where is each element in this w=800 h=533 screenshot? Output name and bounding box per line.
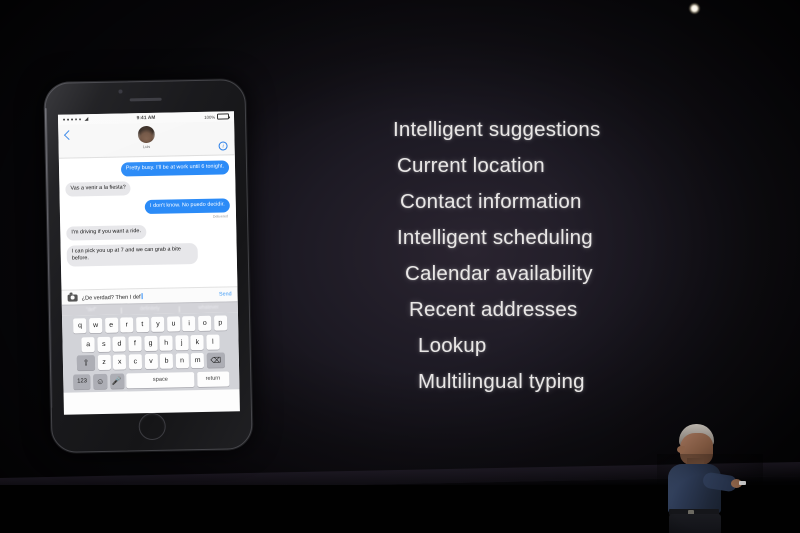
message-input[interactable]: ¿De verdad? Then I def: [82, 291, 216, 301]
key-k[interactable]: k: [190, 334, 204, 350]
keyboard-row-4: 123 ☺ 🎤 space return: [65, 370, 237, 390]
key-y[interactable]: y: [151, 317, 165, 333]
feature-item: Current location: [397, 154, 545, 177]
key-m[interactable]: m: [191, 353, 205, 369]
feature-list: Intelligent suggestions Current location…: [340, 118, 670, 408]
delivered-status: Delivered: [212, 214, 229, 219]
conversation-thread: Pretty busy. I'll be at work until 6 ton…: [58, 155, 238, 290]
contact-name: Luis: [142, 143, 151, 150]
key-e[interactable]: e: [104, 318, 118, 334]
message-row: Vas a venir a la fiesta?: [65, 179, 229, 197]
prediction-option[interactable]: definitely: [120, 304, 179, 315]
presenter-legs: [669, 514, 721, 533]
prediction-option[interactable]: whatever: [179, 303, 238, 314]
message-bubble: Vas a venir a la fiesta?: [65, 181, 131, 197]
camera-icon[interactable]: [67, 293, 78, 302]
avatar: [137, 125, 156, 144]
key-p[interactable]: p: [213, 315, 227, 332]
presenter-remote: [739, 481, 746, 485]
key-f[interactable]: f: [128, 335, 142, 352]
phone-screen: ◢ 9:41 AM 100% Luis i Pretty busy. I'll …: [57, 111, 240, 415]
presentation-stage: Intelligent suggestions Current location…: [0, 0, 800, 533]
key-j[interactable]: j: [175, 335, 189, 351]
key-t[interactable]: t: [135, 317, 150, 333]
presenter-profile: [677, 446, 685, 453]
info-icon[interactable]: i: [218, 141, 228, 151]
key-u[interactable]: u: [166, 316, 181, 333]
stage-light-icon: [689, 3, 700, 14]
battery-icon: [216, 113, 230, 120]
feature-item: Contact information: [400, 190, 582, 213]
message-row: I'm driving if you want a ride.: [66, 223, 230, 241]
send-button[interactable]: Send: [219, 292, 232, 298]
feature-item: Lookup: [418, 334, 487, 357]
feature-item: Intelligent suggestions: [393, 118, 601, 141]
earpiece-speaker: [129, 97, 162, 102]
battery-percent: 100%: [204, 114, 216, 120]
keyboard-row-2: a s d f g h j k l: [64, 334, 236, 353]
key-s[interactable]: s: [97, 336, 111, 352]
key-r[interactable]: r: [120, 317, 134, 333]
numbers-key[interactable]: 123: [73, 373, 91, 390]
message-input-value: ¿De verdad? Then I def: [81, 294, 141, 302]
space-key[interactable]: space: [126, 371, 195, 389]
message-row: Pretty busy. I'll be at work until 6 ton…: [65, 160, 230, 177]
key-a[interactable]: a: [81, 336, 95, 353]
message-bubble: I don't know. No puedo decidir.: [144, 198, 230, 214]
feature-item: Calendar availability: [405, 262, 593, 285]
key-b[interactable]: b: [159, 353, 174, 369]
key-n[interactable]: n: [175, 353, 189, 369]
message-bubble: I can pick you up at 7 and we can grab a…: [66, 242, 199, 267]
back-chevron-icon[interactable]: [63, 130, 74, 141]
iphone-device: ◢ 9:41 AM 100% Luis i Pretty busy. I'll …: [43, 78, 254, 454]
key-q[interactable]: q: [73, 318, 87, 334]
feature-item: Intelligent scheduling: [397, 226, 593, 249]
message-bubble: I'm driving if you want a ride.: [66, 224, 147, 241]
key-z[interactable]: z: [97, 354, 111, 371]
messages-header: Luis i: [58, 121, 235, 159]
key-c[interactable]: c: [128, 354, 142, 370]
feature-item: Recent addresses: [409, 298, 578, 321]
onscreen-keyboard: q w e r t y u i o p a s d f g h j k l ⇧ …: [61, 312, 240, 393]
key-i[interactable]: i: [182, 316, 196, 332]
keyboard-row-1: q w e r t y u i o p: [64, 315, 236, 334]
feature-item: Multilingual typing: [418, 370, 585, 393]
key-l[interactable]: l: [206, 334, 220, 350]
key-x[interactable]: x: [113, 354, 127, 370]
text-caret: [141, 292, 142, 300]
key-g[interactable]: g: [143, 335, 158, 351]
front-camera-icon: [117, 89, 123, 94]
key-w[interactable]: w: [88, 318, 103, 334]
presenter: [655, 424, 765, 533]
wifi-icon: ◢: [84, 115, 89, 122]
contact-block[interactable]: Luis: [137, 125, 156, 150]
key-o[interactable]: o: [198, 316, 212, 332]
message-row: I don't know. No puedo decidir.: [66, 198, 230, 215]
keyboard-row-3: ⇧ z x c v b n m ⌫: [65, 352, 237, 371]
backspace-icon[interactable]: ⌫: [206, 352, 225, 369]
shift-icon[interactable]: ⇧: [76, 355, 96, 371]
prediction-option[interactable]: "def": [62, 305, 121, 316]
key-h[interactable]: h: [159, 335, 173, 351]
microphone-icon[interactable]: 🎤: [109, 373, 124, 389]
carrier-signal-icon: ◢: [63, 115, 89, 123]
key-d[interactable]: d: [112, 336, 127, 352]
message-bubble: Pretty busy. I'll be at work until 6 ton…: [120, 160, 230, 177]
status-time: 9:41 AM: [136, 115, 156, 121]
return-key[interactable]: return: [196, 370, 230, 387]
key-v[interactable]: v: [144, 354, 158, 370]
emoji-icon[interactable]: ☺: [93, 373, 108, 389]
message-row: I can pick you up at 7 and we can grab a…: [66, 242, 231, 267]
